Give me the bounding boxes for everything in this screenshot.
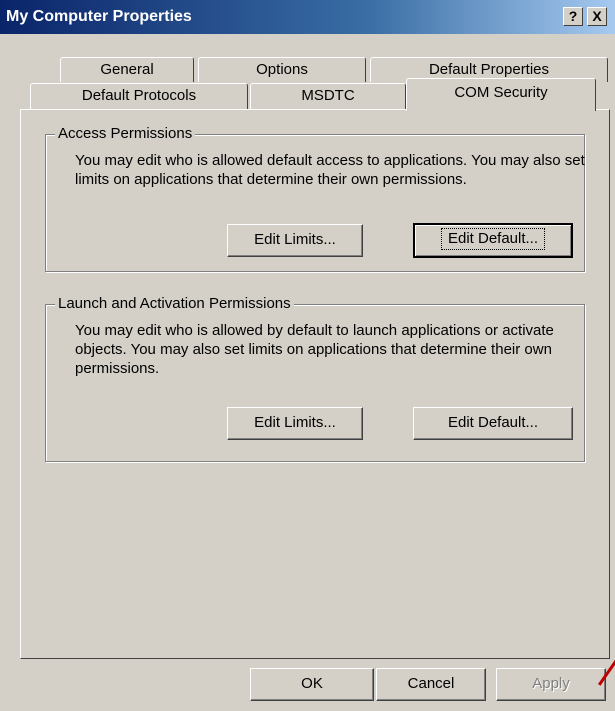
tab-options[interactable]: Options [198,57,366,82]
tab-panel: Access Permissions You may edit who is a… [20,109,610,659]
launch-edit-default-button[interactable]: Edit Default... [413,407,573,440]
launch-activation-title: Launch and Activation Permissions [55,295,294,312]
tab-msdtc[interactable]: MSDTC [250,83,406,110]
access-edit-limits-button[interactable]: Edit Limits... [227,224,363,257]
access-permissions-group: Access Permissions You may edit who is a… [45,125,585,272]
access-permissions-description: You may edit who is allowed default acce… [75,152,585,188]
launch-edit-limits-button[interactable]: Edit Limits... [227,407,363,440]
access-edit-default-button[interactable]: Edit Default... [413,223,573,258]
launch-activation-group: Launch and Activation Permissions You ma… [45,295,585,462]
apply-button[interactable]: Apply [496,668,606,701]
tab-default-protocols[interactable]: Default Protocols [30,83,248,110]
tab-general[interactable]: General [60,57,194,82]
help-button[interactable]: ? [563,7,583,26]
access-edit-default-label: Edit Default... [440,228,546,250]
title-bar[interactable]: My Computer Properties ? X [0,0,615,34]
launch-activation-description: You may edit who is allowed by default t… [75,322,554,377]
cancel-button[interactable]: Cancel [376,668,486,701]
tab-com-security[interactable]: COM Security [406,78,596,111]
ok-button[interactable]: OK [250,668,374,701]
access-permissions-title: Access Permissions [55,125,196,142]
close-button[interactable]: X [587,7,607,26]
window-title: My Computer Properties [6,8,192,25]
